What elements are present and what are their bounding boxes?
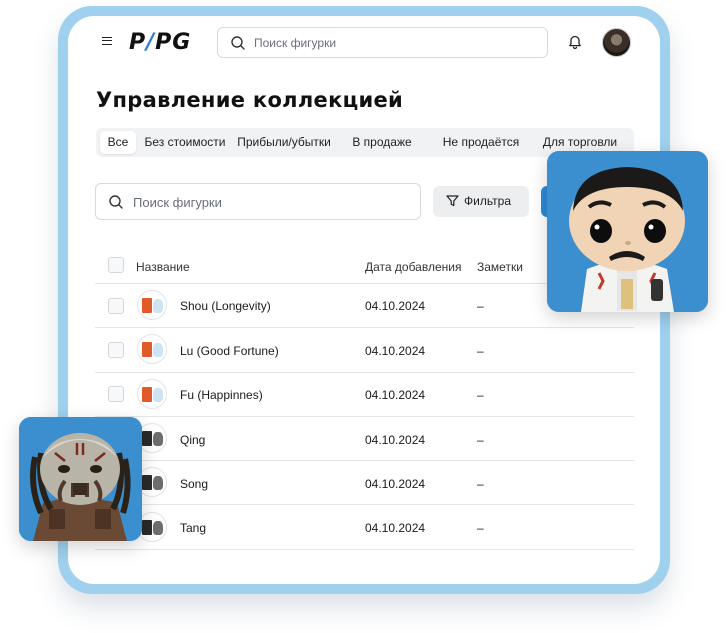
logo-part-1: P bbox=[129, 30, 147, 55]
column-date[interactable]: Дата добавления bbox=[365, 260, 461, 274]
figure-thumbnail bbox=[137, 379, 167, 409]
row-divider bbox=[95, 372, 634, 373]
predator-figure-image bbox=[19, 417, 142, 541]
row-date: 04.10.2024 bbox=[365, 388, 426, 402]
row-divider bbox=[95, 549, 634, 550]
singer-figure-image bbox=[547, 151, 708, 312]
logo-part-2: PG bbox=[155, 30, 192, 55]
figure-card-predator bbox=[19, 417, 142, 541]
row-notes: – bbox=[477, 433, 484, 447]
filter-button[interactable]: Фильтра bbox=[433, 186, 529, 217]
row-notes: – bbox=[477, 388, 484, 402]
row-notes: – bbox=[477, 521, 484, 535]
row-date: 04.10.2024 bbox=[365, 344, 426, 358]
row-date: 04.10.2024 bbox=[365, 521, 426, 535]
row-name[interactable]: Lu (Good Fortune) bbox=[180, 344, 279, 358]
row-checkbox[interactable] bbox=[108, 298, 124, 314]
row-name[interactable]: Song bbox=[180, 477, 208, 491]
row-checkbox[interactable] bbox=[108, 342, 124, 358]
row-notes: – bbox=[477, 344, 484, 358]
page-title: Управление коллекцией bbox=[96, 88, 404, 112]
row-divider bbox=[95, 460, 634, 461]
row-name[interactable]: Tang bbox=[180, 521, 206, 535]
row-checkbox[interactable] bbox=[108, 386, 124, 402]
tab-not-for-sale[interactable]: Не продаётся bbox=[439, 131, 523, 154]
filter-icon bbox=[446, 195, 459, 207]
row-notes: – bbox=[477, 477, 484, 491]
figure-search[interactable] bbox=[95, 183, 421, 220]
tab-no-value[interactable]: Без стоимости bbox=[144, 131, 226, 154]
row-date: 04.10.2024 bbox=[365, 433, 426, 447]
row-notes: – bbox=[477, 299, 484, 313]
header-search[interactable] bbox=[217, 27, 548, 58]
tab-for-sale[interactable]: В продаже bbox=[350, 131, 414, 154]
row-name[interactable]: Shou (Longevity) bbox=[180, 299, 271, 313]
column-name[interactable]: Название bbox=[136, 260, 190, 274]
row-divider bbox=[95, 327, 634, 328]
figure-search-input[interactable] bbox=[133, 193, 408, 211]
figure-thumbnail bbox=[137, 334, 167, 364]
menu-icon[interactable] bbox=[102, 37, 112, 45]
logo-slash: / bbox=[146, 30, 156, 55]
row-divider bbox=[95, 504, 634, 505]
row-divider bbox=[95, 416, 634, 417]
select-all-checkbox[interactable] bbox=[108, 257, 124, 273]
row-date: 04.10.2024 bbox=[365, 299, 426, 313]
row-name[interactable]: Fu (Happinnes) bbox=[180, 388, 263, 402]
column-notes[interactable]: Заметки bbox=[477, 260, 523, 274]
search-icon bbox=[109, 195, 123, 209]
logo[interactable]: P/PG bbox=[129, 30, 191, 55]
search-icon bbox=[231, 36, 245, 50]
bell-icon[interactable] bbox=[568, 35, 582, 50]
header-search-input[interactable] bbox=[254, 33, 534, 53]
row-name[interactable]: Qing bbox=[180, 433, 205, 447]
figure-thumbnail bbox=[137, 290, 167, 320]
figure-card-singer bbox=[547, 151, 708, 312]
row-date: 04.10.2024 bbox=[365, 477, 426, 491]
tab-profit-loss[interactable]: Прибыли/убытки bbox=[234, 131, 334, 154]
tab-all[interactable]: Все bbox=[100, 131, 136, 154]
filter-button-label: Фильтра bbox=[464, 194, 511, 208]
avatar[interactable] bbox=[602, 28, 631, 57]
